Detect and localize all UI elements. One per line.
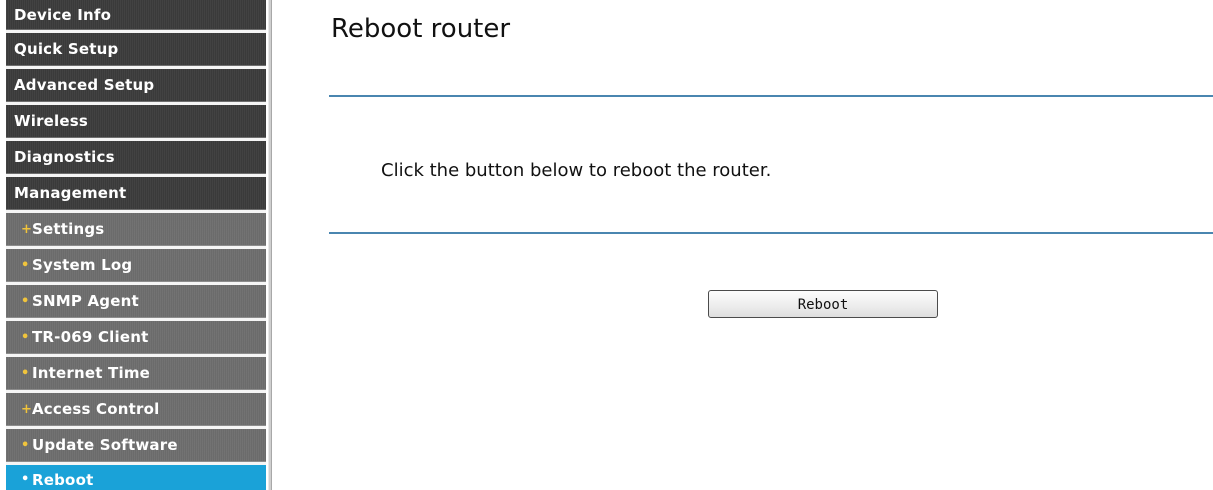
submenu-item-snmp-agent[interactable]: • SNMP Agent [6, 285, 266, 318]
submenu-item-access-control[interactable]: + Access Control [6, 393, 266, 426]
submenu-item-label: Internet Time [32, 364, 151, 382]
submenu-item-system-log[interactable]: • System Log [6, 249, 266, 282]
menu-item-device-info[interactable]: Device Info [6, 0, 266, 30]
submenu-item-label: Settings [32, 220, 105, 238]
submenu-item-label: SNMP Agent [32, 292, 139, 310]
submenu-item-label: Update Software [32, 436, 178, 454]
dot-bullet-icon: • [21, 330, 30, 345]
menu-divider [268, 0, 272, 490]
submenu-item-update-software[interactable]: • Update Software [6, 429, 266, 462]
instruction-text: Click the button below to reboot the rou… [381, 160, 772, 181]
page-title: Reboot router [331, 14, 511, 44]
submenu-item-label: TR-069 Client [32, 328, 149, 346]
menu-item-wireless[interactable]: Wireless [6, 105, 266, 138]
left-menu: Device Info Quick Setup Advanced Setup W… [6, 0, 266, 490]
plus-bullet-icon: + [21, 222, 33, 237]
plus-bullet-icon: + [21, 402, 33, 417]
menu-item-diagnostics[interactable]: Diagnostics [6, 141, 266, 174]
menu-item-management[interactable]: Management [6, 177, 266, 210]
reboot-button[interactable]: Reboot [708, 290, 938, 318]
submenu-item-label: Reboot [32, 471, 94, 489]
top-divider [329, 95, 1213, 97]
dot-bullet-icon: • [21, 438, 30, 453]
dot-bullet-icon: • [21, 472, 30, 487]
submenu-item-settings[interactable]: + Settings [6, 213, 266, 246]
submenu-item-label: Access Control [32, 400, 160, 418]
dot-bullet-icon: • [21, 366, 30, 381]
dot-bullet-icon: • [21, 294, 30, 309]
submenu-item-tr069-client[interactable]: • TR-069 Client [6, 321, 266, 354]
submenu-item-internet-time[interactable]: • Internet Time [6, 357, 266, 390]
submenu-item-label: System Log [32, 256, 133, 274]
dot-bullet-icon: • [21, 258, 30, 273]
menu-item-advanced-setup[interactable]: Advanced Setup [6, 69, 266, 102]
submenu-item-reboot[interactable]: • Reboot [6, 465, 266, 490]
router-admin-page: Device Info Quick Setup Advanced Setup W… [0, 0, 1213, 490]
menu-item-quick-setup[interactable]: Quick Setup [6, 33, 266, 66]
bottom-divider [329, 232, 1213, 234]
